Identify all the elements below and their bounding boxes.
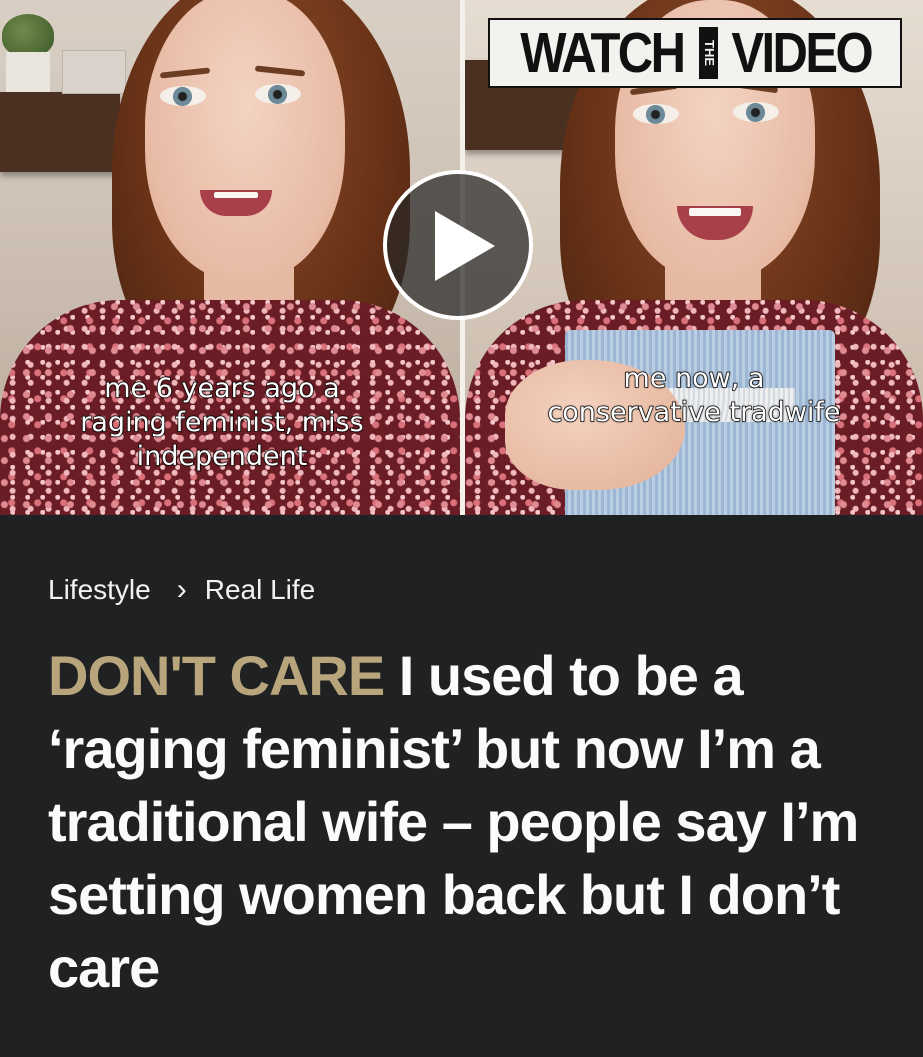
video-label: VIDEO — [731, 21, 874, 85]
caption-before: me 6 years ago a raging feminist, miss i… — [44, 372, 400, 474]
play-button[interactable] — [383, 170, 533, 320]
headline-kicker: DON'T CARE — [48, 644, 385, 707]
article-headline[interactable]: DON'T CARE I used to be a ‘raging femini… — [48, 639, 908, 1004]
breadcrumb-real-life[interactable]: Real Life — [205, 574, 316, 606]
caption-line: me now, a — [623, 362, 765, 394]
breadcrumb-lifestyle[interactable]: Lifestyle — [48, 574, 151, 606]
eye — [633, 104, 679, 124]
watch-label: WATCH — [520, 21, 687, 85]
the-label: THE — [699, 27, 719, 79]
plant-pot — [6, 52, 50, 92]
article-page: me 6 years ago a raging feminist, miss i… — [0, 0, 923, 1057]
video-player[interactable]: me 6 years ago a raging feminist, miss i… — [0, 0, 923, 515]
article-header: Lifestyle › Real Life DON'T CARE I used … — [0, 515, 923, 1057]
caption-line: conservative tradwife — [547, 396, 842, 428]
face — [145, 0, 345, 280]
breadcrumb: Lifestyle › Real Life — [48, 573, 315, 607]
caption-line: me 6 years ago a — [104, 372, 341, 404]
teeth — [214, 192, 258, 198]
watch-the-video-badge[interactable]: WATCH THE VIDEO — [488, 18, 902, 88]
eye — [255, 84, 301, 104]
plant — [2, 14, 54, 56]
eye — [733, 102, 779, 122]
chevron-right-icon: › — [176, 573, 187, 606]
eye — [160, 86, 206, 106]
caption-line: independent — [136, 440, 308, 472]
caption-line: raging feminist, miss — [80, 406, 365, 438]
wall-shelf — [0, 92, 120, 172]
caption-after: me now, a conservative tradwife — [505, 362, 883, 430]
decor-box — [62, 50, 126, 94]
play-icon — [435, 211, 495, 281]
teeth — [689, 208, 741, 216]
